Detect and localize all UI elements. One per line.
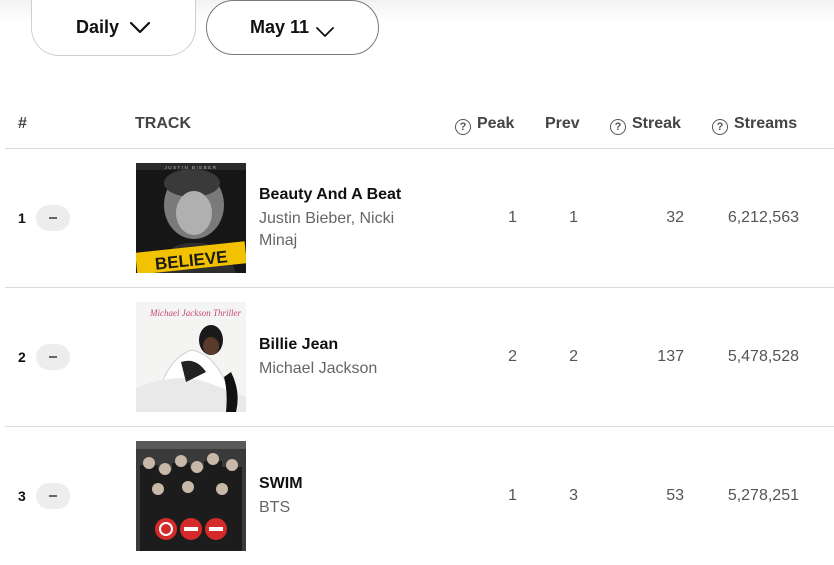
- streak-header[interactable]: ? Streak: [610, 115, 681, 135]
- prev-value: 2: [569, 348, 578, 365]
- streak-value: 32: [666, 209, 684, 226]
- rank-number: 3: [18, 488, 26, 504]
- streams-header-label: Streams: [734, 115, 798, 132]
- peak-value: 1: [508, 487, 517, 504]
- streak-value: 137: [657, 348, 684, 365]
- album-art[interactable]: Michael Jackson Thriller: [136, 302, 246, 412]
- believe-cover: JUSTIN BIEBER BELIEVE: [136, 163, 246, 273]
- help-icon[interactable]: ?: [712, 119, 728, 135]
- no-change-icon: [36, 344, 70, 370]
- prev-value: 3: [569, 487, 578, 504]
- table-row[interactable]: 3 SWIM BTS 1 3 53 5,278,251: [0, 427, 834, 565]
- chevron-down-icon: [315, 26, 335, 38]
- peak-value: 2: [508, 348, 517, 365]
- no-change-icon: [36, 205, 70, 231]
- period-label: Daily: [75, 17, 120, 37]
- svg-text:Michael Jackson Thriller: Michael Jackson Thriller: [149, 308, 241, 318]
- streams-header[interactable]: ? Streams: [712, 115, 797, 135]
- prev-value: 1: [569, 209, 578, 226]
- streams-value: 5,278,251: [727, 487, 799, 504]
- album-art[interactable]: JUSTIN BIEBER BELIEVE: [136, 163, 246, 273]
- date-dropdown[interactable]: May 11: [206, 0, 379, 55]
- help-icon[interactable]: ?: [610, 119, 626, 135]
- rank-number: 1: [18, 210, 26, 226]
- chevron-down-icon: [129, 21, 151, 35]
- track-header: TRACK: [135, 115, 191, 132]
- peak-value: 1: [508, 209, 517, 226]
- thriller-cover: Michael Jackson Thriller: [136, 302, 246, 412]
- rank-number: 2: [18, 349, 26, 365]
- table-header: # TRACK ? Peak Prev ? Streak ? Streams: [0, 108, 834, 148]
- bts-cover: [136, 441, 246, 551]
- streams-value: 6,212,563: [727, 209, 799, 226]
- streak-header-label: Streak: [632, 115, 681, 132]
- track-artist[interactable]: BTS: [259, 497, 419, 519]
- help-icon[interactable]: ?: [455, 119, 471, 135]
- prev-header: Prev: [545, 115, 580, 132]
- track-artist[interactable]: Justin Bieber, Nicki Minaj: [259, 208, 419, 252]
- track-title[interactable]: SWIM: [259, 475, 303, 493]
- table-row[interactable]: 2 Michael Jackson Thriller Billie Jean M…: [0, 288, 834, 426]
- rank-header: #: [18, 115, 27, 132]
- streak-value: 53: [666, 487, 684, 504]
- chart-filters: Daily May 11: [31, 0, 379, 56]
- table-row[interactable]: 1 JUSTIN BIEBER BELIEVE Beauty And A Bea…: [0, 149, 834, 287]
- date-label: May 11: [249, 17, 310, 37]
- peak-header[interactable]: ? Peak: [455, 115, 514, 135]
- streams-value: 5,478,528: [727, 348, 799, 365]
- period-dropdown[interactable]: Daily: [31, 0, 196, 56]
- peak-header-label: Peak: [477, 115, 515, 132]
- track-title[interactable]: Beauty And A Beat: [259, 186, 401, 204]
- no-change-icon: [36, 483, 70, 509]
- album-art[interactable]: [136, 441, 246, 551]
- track-artist[interactable]: Michael Jackson: [259, 358, 419, 380]
- track-title[interactable]: Billie Jean: [259, 336, 338, 354]
